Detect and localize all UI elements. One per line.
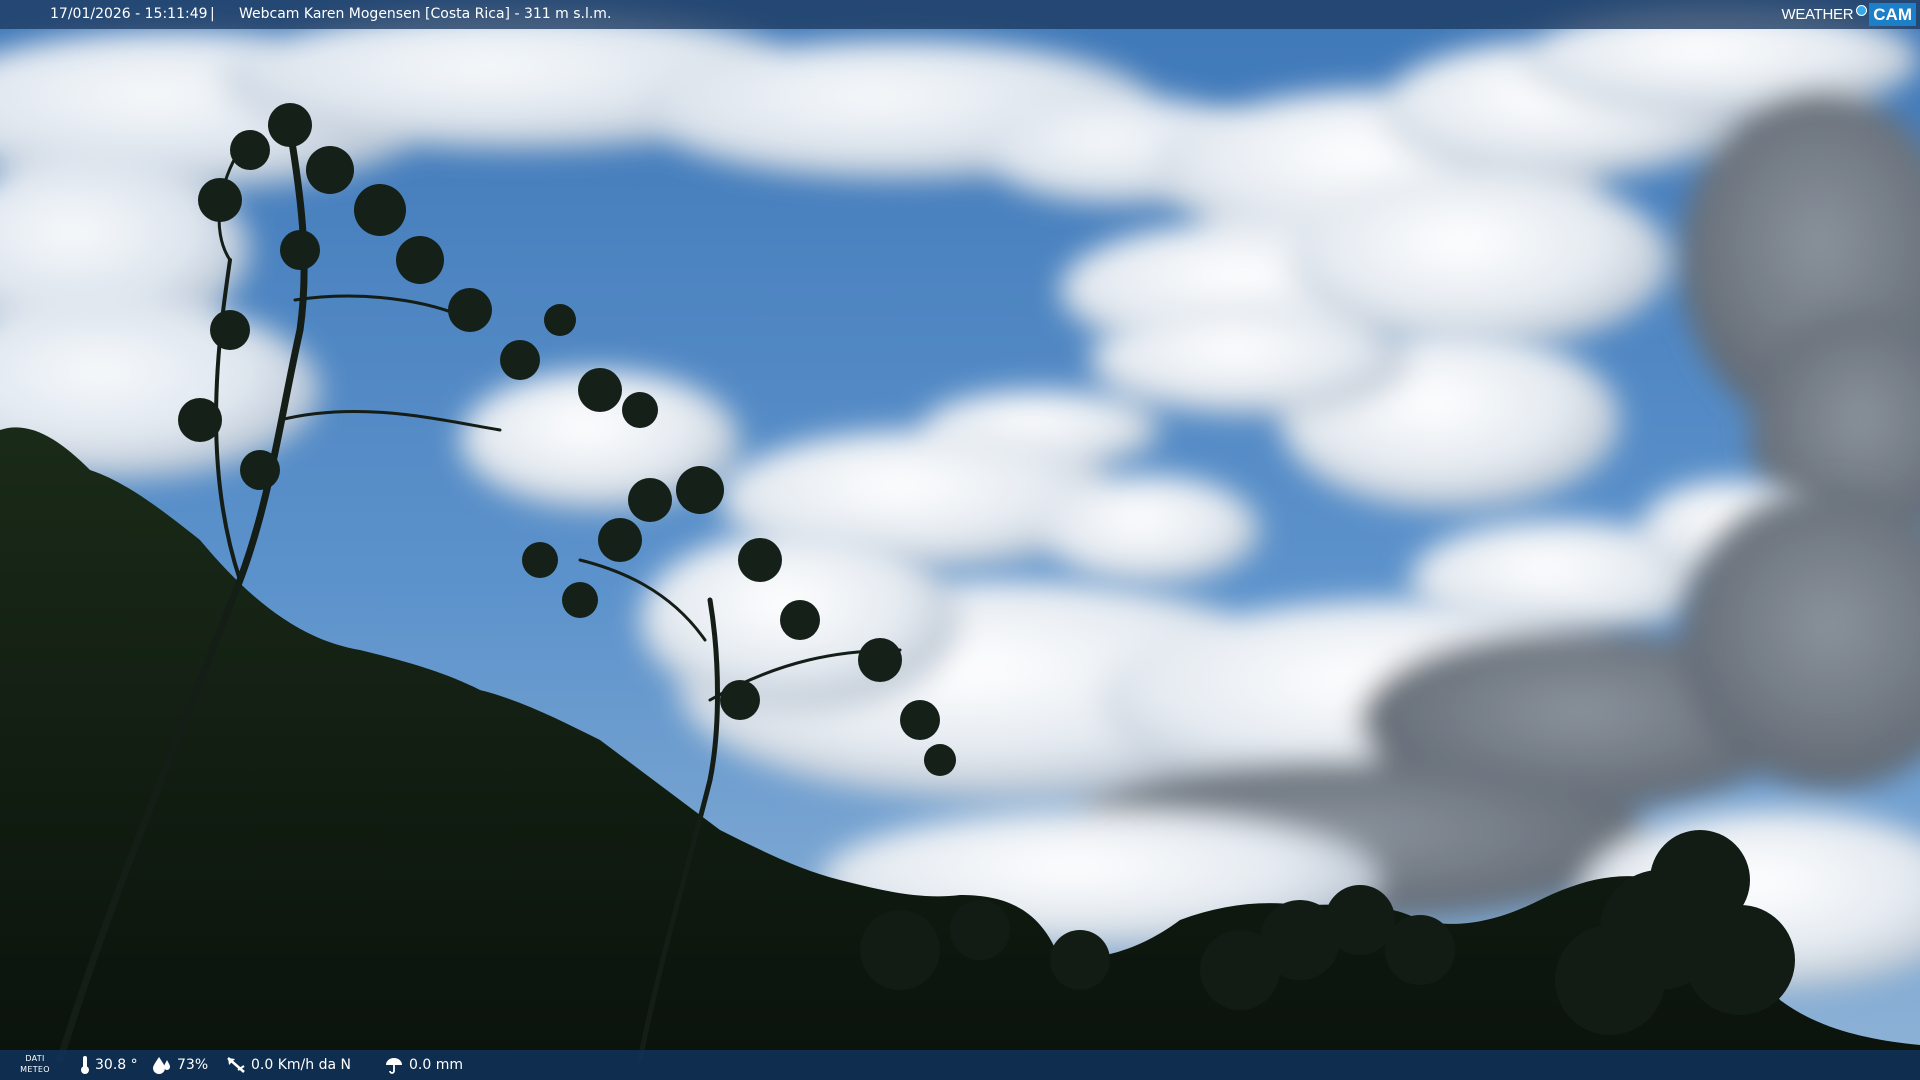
rain-value: 0.0 mm bbox=[409, 1057, 463, 1073]
wind-reading: 0.0 Km/h da N bbox=[226, 1050, 351, 1080]
rain-reading: 0.0 mm bbox=[384, 1050, 463, 1080]
humidity-drop-icon bbox=[153, 1057, 170, 1074]
humidity-reading: 73% bbox=[152, 1050, 208, 1080]
temperature-value: 30.8 ° bbox=[95, 1057, 138, 1073]
wind-icon bbox=[227, 1057, 245, 1073]
weathercam-logo: WEATHER CAM bbox=[1781, 3, 1916, 26]
top-info-bar: 17/01/2026 - 15:11:49 | Webcam Karen Mog… bbox=[0, 0, 1920, 29]
dati-meteo-label: DATI METEO bbox=[20, 1054, 50, 1074]
webcam-frame: 17/01/2026 - 15:11:49 | Webcam Karen Mog… bbox=[0, 0, 1920, 1080]
logo-dot-icon bbox=[1856, 5, 1868, 16]
wind-value: 0.0 Km/h da N bbox=[251, 1057, 351, 1073]
weather-data-bar: DATI METEO 30.8 ° 73% 0.0 Km/h da N 0.0 … bbox=[0, 1050, 1920, 1080]
webcam-image bbox=[0, 0, 1920, 1080]
thermometer-icon bbox=[81, 1056, 89, 1074]
logo-weather-text: WEATHER bbox=[1781, 6, 1854, 23]
logo-cam-text: CAM bbox=[1869, 3, 1916, 26]
header-separator: | bbox=[210, 6, 215, 22]
humidity-value: 73% bbox=[177, 1057, 209, 1073]
rain-umbrella-icon bbox=[386, 1058, 402, 1074]
temperature-reading: 30.8 ° bbox=[80, 1050, 138, 1080]
timestamp: 17/01/2026 - 15:11:49 bbox=[50, 6, 208, 22]
webcam-title: Webcam Karen Mogensen [Costa Rica] - 311… bbox=[239, 6, 612, 22]
